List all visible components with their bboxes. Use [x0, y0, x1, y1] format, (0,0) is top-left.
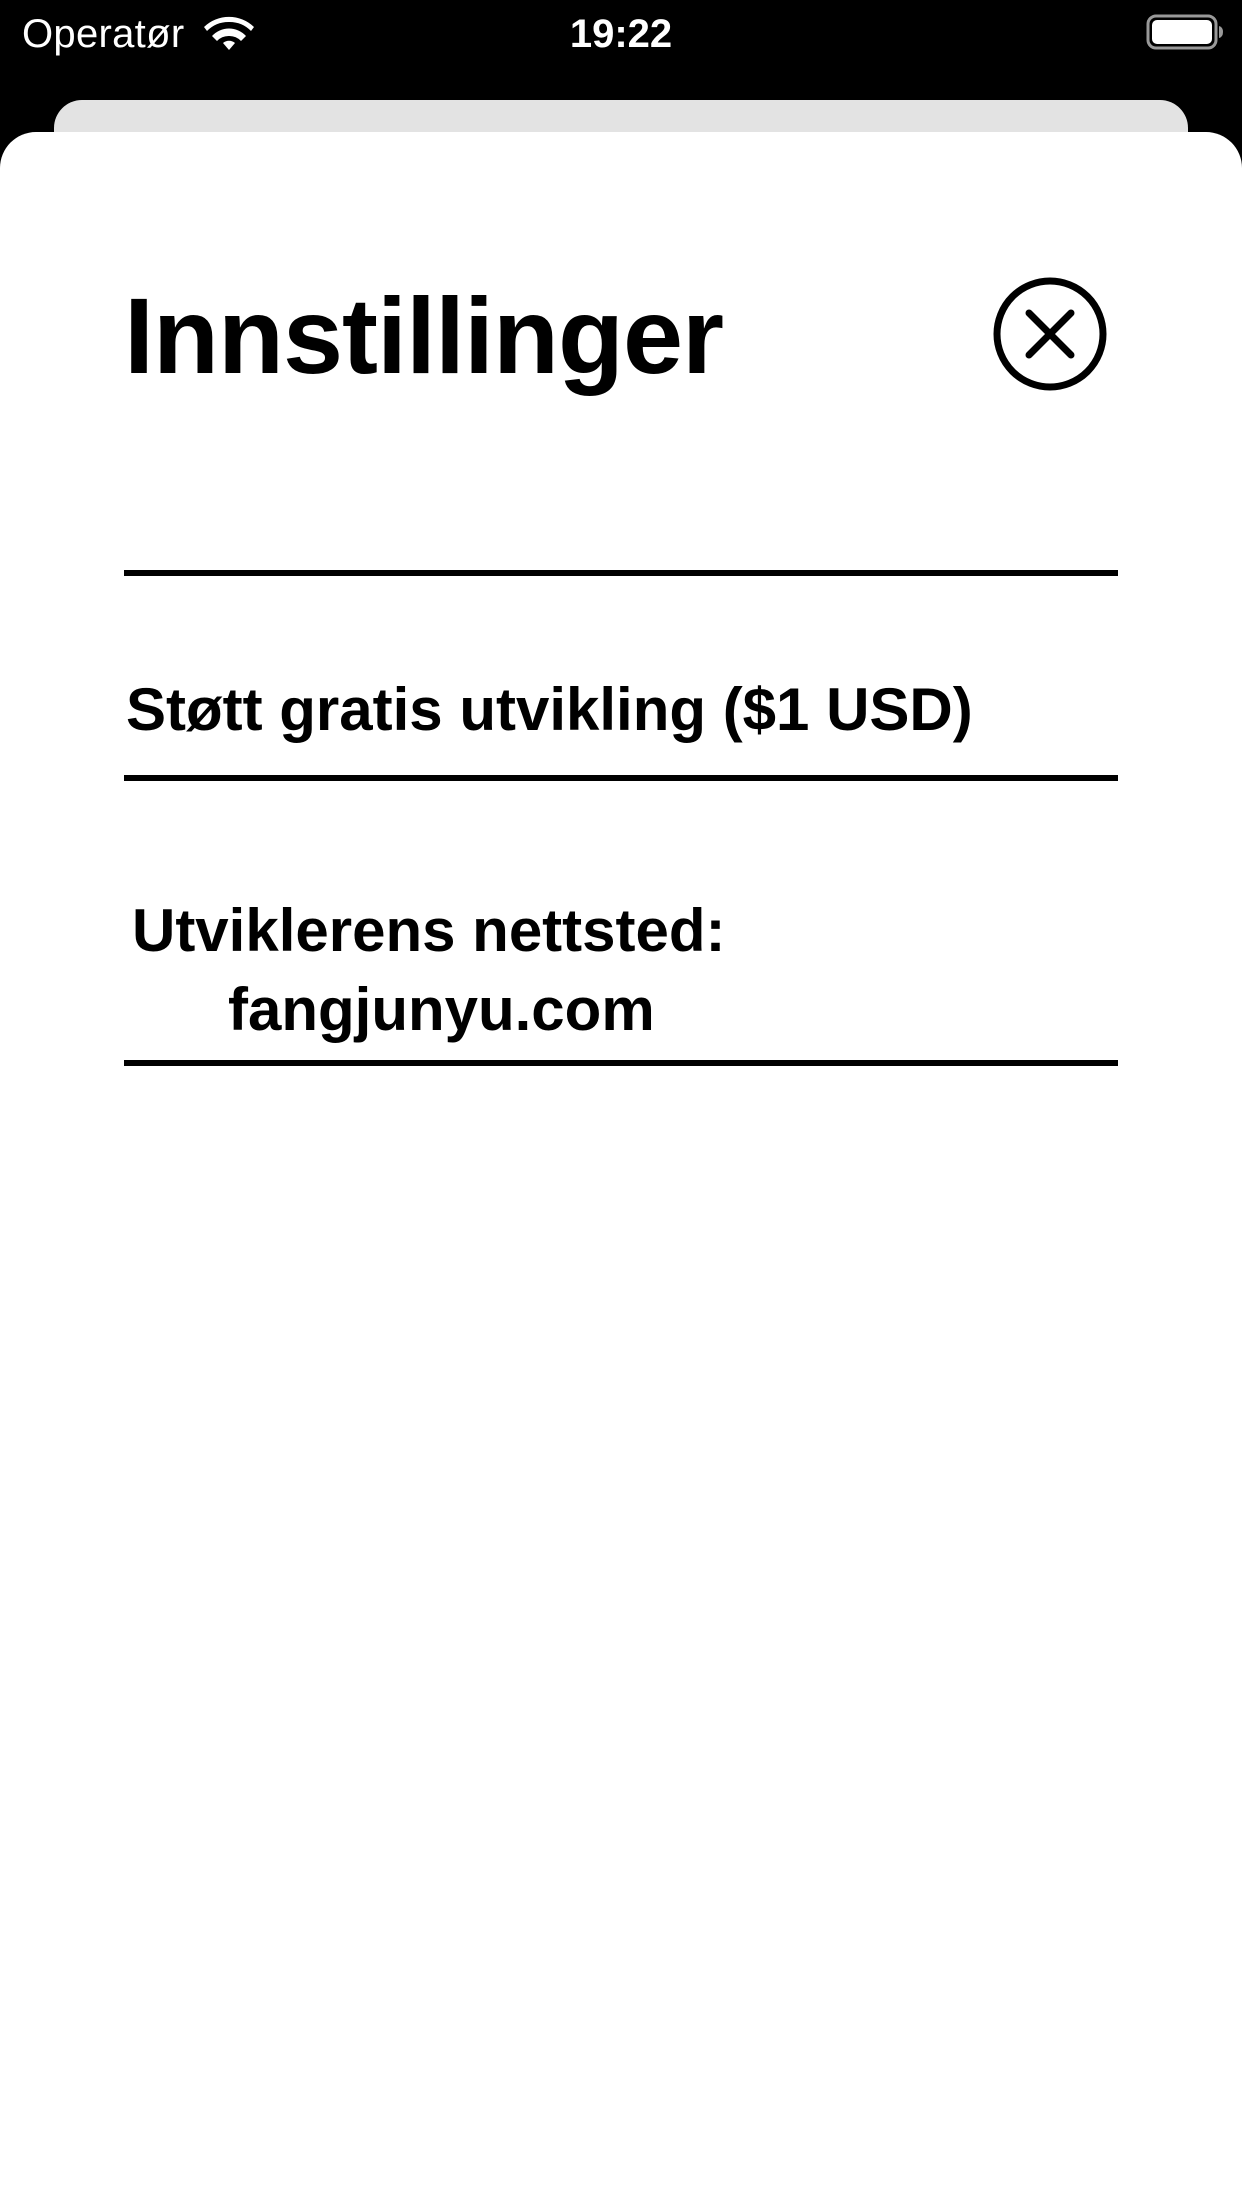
status-bar: Operatør 19:22	[0, 0, 1242, 96]
developer-website-label: Utviklerens nettsted:	[132, 897, 726, 964]
developer-website-link[interactable]: Utviklerens nettsted: fangjunyu.com	[124, 844, 1118, 1064]
divider-middle	[124, 775, 1118, 781]
developer-website-url: fangjunyu.com	[228, 976, 655, 1043]
battery-full-icon	[1146, 14, 1223, 50]
status-time: 19:22	[569, 12, 673, 56]
page-title: Innstillinger	[124, 275, 724, 396]
support-development-label: Støtt gratis utvikling ($1 USD)	[126, 676, 973, 743]
divider-top	[124, 570, 1118, 576]
settings-sheet: Innstillinger Støtt gratis utvikling ($1…	[0, 132, 1242, 2208]
divider-bottom	[124, 1060, 1118, 1066]
support-development-button[interactable]: Støtt gratis utvikling ($1 USD)	[124, 640, 1120, 780]
close-circle-icon[interactable]	[992, 276, 1108, 392]
